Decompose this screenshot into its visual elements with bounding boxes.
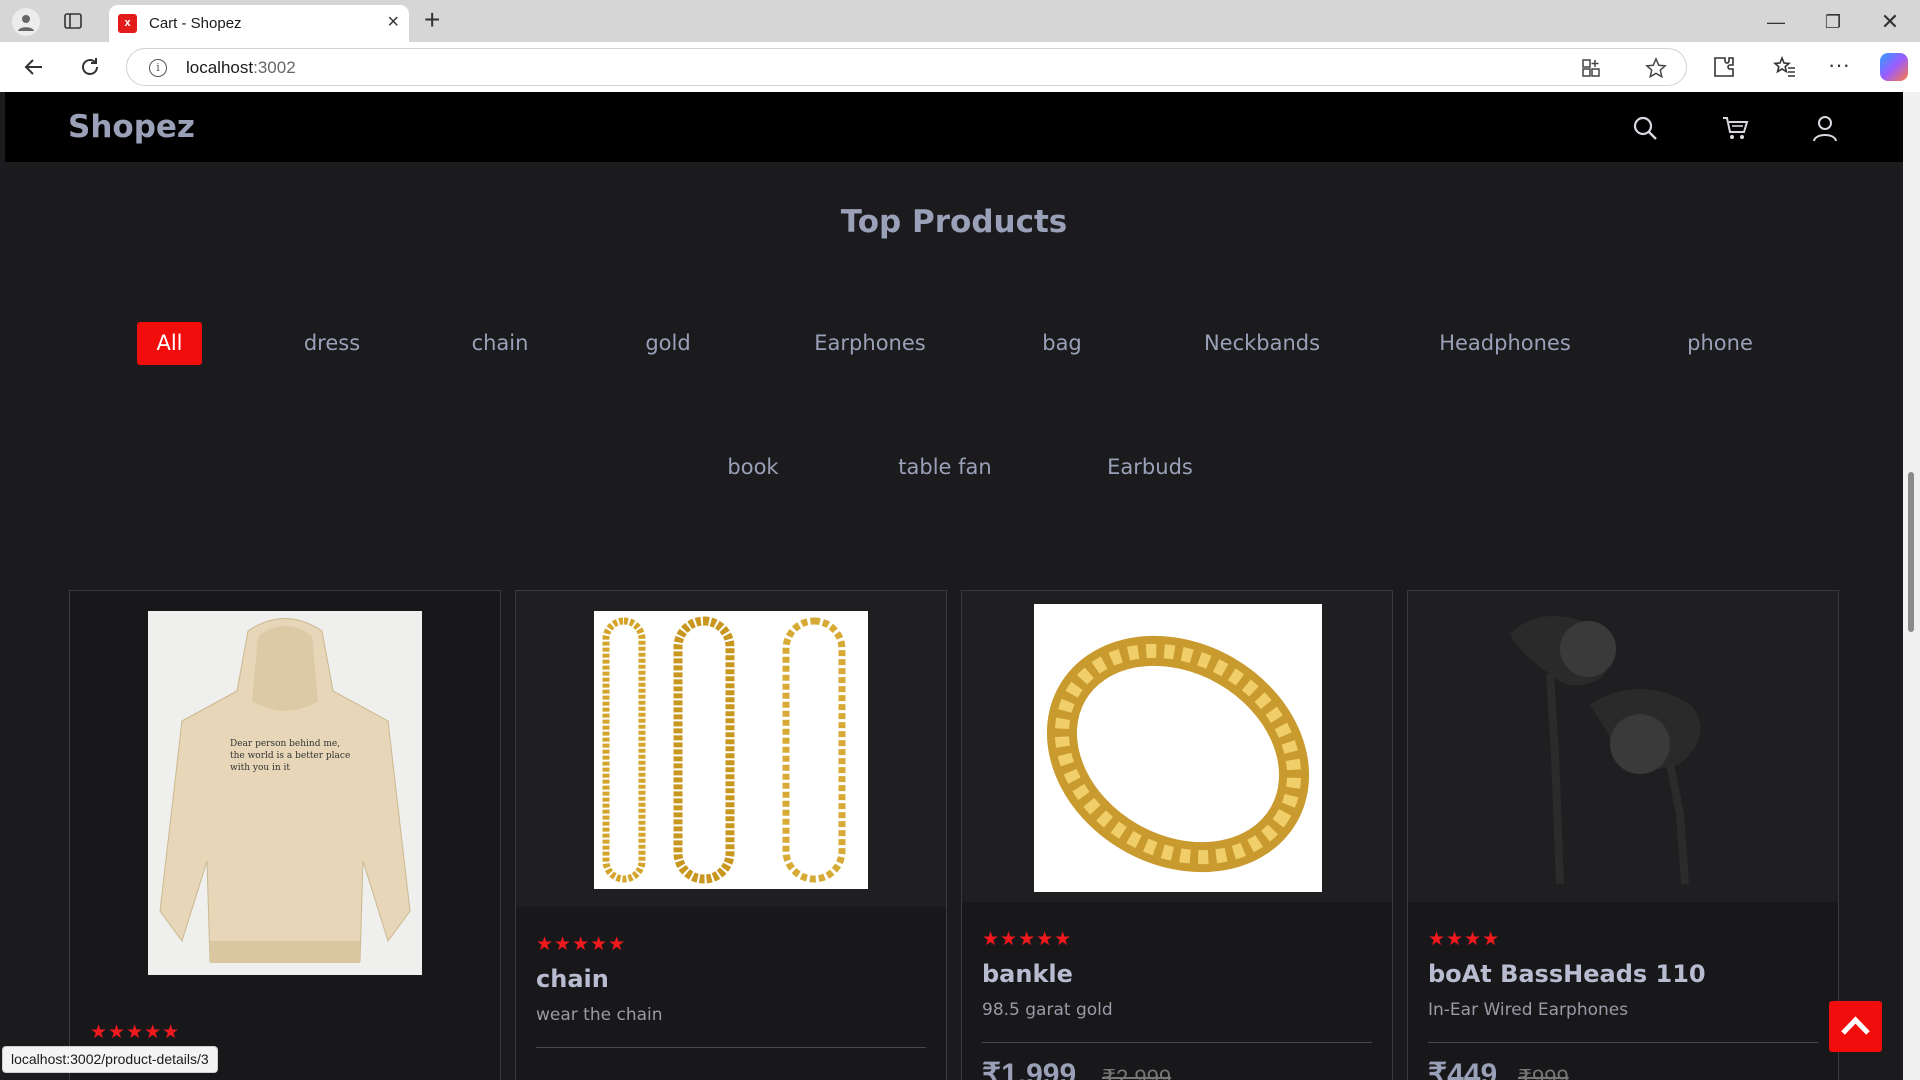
category-earbuds[interactable]: Earbuds — [1095, 446, 1205, 489]
category-earphones[interactable]: Earphones — [805, 322, 935, 365]
category-all[interactable]: All — [137, 322, 202, 365]
cart-icon[interactable] — [1721, 114, 1749, 142]
product-card[interactable]: ★★★★ boAt BassHeads 110 In-Ear Wired Ear… — [1407, 590, 1839, 1080]
card-divider — [1428, 1042, 1818, 1043]
reload-icon[interactable] — [78, 55, 102, 79]
search-icon[interactable] — [1631, 114, 1659, 142]
favorite-star-icon[interactable] — [1645, 57, 1667, 79]
browser-toolbar: i localhost:3002 ··· — [0, 42, 1920, 92]
product-name[interactable]: boAt BassHeads 110 — [1428, 960, 1706, 988]
product-old-price: ₹2,999 — [1102, 1065, 1172, 1080]
category-chain[interactable]: chain — [460, 322, 540, 365]
scrollbar-thumb[interactable] — [1908, 472, 1914, 632]
product-card[interactable]: ★★★★★ chain wear the chain — [515, 590, 947, 1080]
svg-text:the world is a better place: the world is a better place — [230, 751, 350, 761]
product-image-area — [962, 591, 1392, 902]
product-card[interactable]: Dear person behind me, the world is a be… — [69, 590, 501, 1080]
minimize-icon[interactable]: — — [1763, 9, 1789, 35]
rating-stars: ★★★★★ — [536, 934, 627, 955]
tab-active[interactable]: x Cart - Shopez × — [109, 5, 409, 42]
gold-bangle-image — [1034, 604, 1322, 892]
tab-actions-icon[interactable] — [63, 11, 83, 31]
brand-logo[interactable]: Shopez — [68, 109, 195, 145]
status-bar-url: localhost:3002/product-details/3 — [2, 1046, 218, 1073]
product-name[interactable]: bankle — [982, 960, 1073, 988]
browser-tab-bar: x Cart - Shopez × + — ❐ ✕ — [0, 0, 1920, 42]
site-info-icon[interactable]: i — [149, 59, 167, 77]
card-divider — [536, 1047, 926, 1048]
product-card[interactable]: ★★★★★ bankle 98.5 garat gold ₹1,999 ₹2,9… — [961, 590, 1393, 1080]
scroll-to-top-button[interactable] — [1829, 1001, 1882, 1052]
category-gold[interactable]: gold — [633, 322, 703, 365]
restore-icon[interactable]: ❐ — [1820, 9, 1846, 35]
product-image-area — [1408, 591, 1838, 902]
category-headphones[interactable]: Headphones — [1430, 322, 1580, 365]
category-dress[interactable]: dress — [292, 322, 372, 365]
copilot-icon[interactable] — [1880, 53, 1908, 81]
close-tab-icon[interactable]: × — [387, 12, 399, 32]
more-menu-icon[interactable]: ··· — [1828, 52, 1850, 78]
product-name[interactable]: chain — [536, 965, 609, 993]
address-bar[interactable]: i localhost:3002 — [126, 48, 1687, 86]
card-divider — [982, 1042, 1372, 1043]
rating-stars: ★★★★ — [1428, 929, 1501, 950]
url-text[interactable]: localhost:3002 — [186, 58, 296, 78]
new-tab-icon[interactable]: + — [424, 6, 440, 34]
page-viewport: Shopez Top Products All dress chain gold… — [5, 92, 1903, 1080]
svg-text:with you in it: with you in it — [230, 763, 290, 773]
product-description: 98.5 garat gold — [982, 1000, 1113, 1020]
product-price: ₹449 — [1428, 1058, 1498, 1080]
product-image-area: Dear person behind me, the world is a be… — [70, 591, 500, 991]
tab-title: Cart - Shopez — [149, 15, 242, 32]
site-navbar: Shopez — [5, 92, 1903, 162]
category-neckbands[interactable]: Neckbands — [1192, 322, 1332, 365]
back-icon[interactable] — [22, 55, 46, 79]
hoodie-image: Dear person behind me, the world is a be… — [148, 611, 422, 975]
product-image-area — [516, 591, 946, 907]
gold-chains-image — [594, 611, 868, 889]
category-phone[interactable]: phone — [1680, 322, 1760, 365]
section-title: Top Products — [840, 204, 1068, 240]
product-description: wear the chain — [536, 1005, 663, 1025]
extensions-icon[interactable] — [1712, 55, 1736, 79]
close-window-icon[interactable]: ✕ — [1877, 9, 1903, 35]
product-description: In-Ear Wired Earphones — [1428, 1000, 1629, 1020]
rating-stars: ★★★★★ — [90, 1022, 181, 1043]
product-old-price: ₹999 — [1518, 1065, 1569, 1080]
category-table-fan[interactable]: table fan — [885, 446, 1005, 489]
app-available-icon[interactable] — [1581, 58, 1601, 78]
user-icon[interactable] — [1811, 114, 1839, 142]
favorites-icon[interactable] — [1773, 55, 1797, 79]
profile-icon[interactable] — [12, 8, 40, 36]
product-price: ₹1,999 — [982, 1058, 1077, 1080]
page-scrollbar[interactable] — [1903, 92, 1920, 1080]
rating-stars: ★★★★★ — [982, 929, 1073, 950]
earphones-image — [1480, 604, 1768, 892]
category-book[interactable]: book — [713, 446, 793, 489]
category-bag[interactable]: bag — [1032, 322, 1092, 365]
svg-text:Dear person behind me,: Dear person behind me, — [230, 739, 340, 749]
favicon-icon: x — [118, 14, 137, 33]
